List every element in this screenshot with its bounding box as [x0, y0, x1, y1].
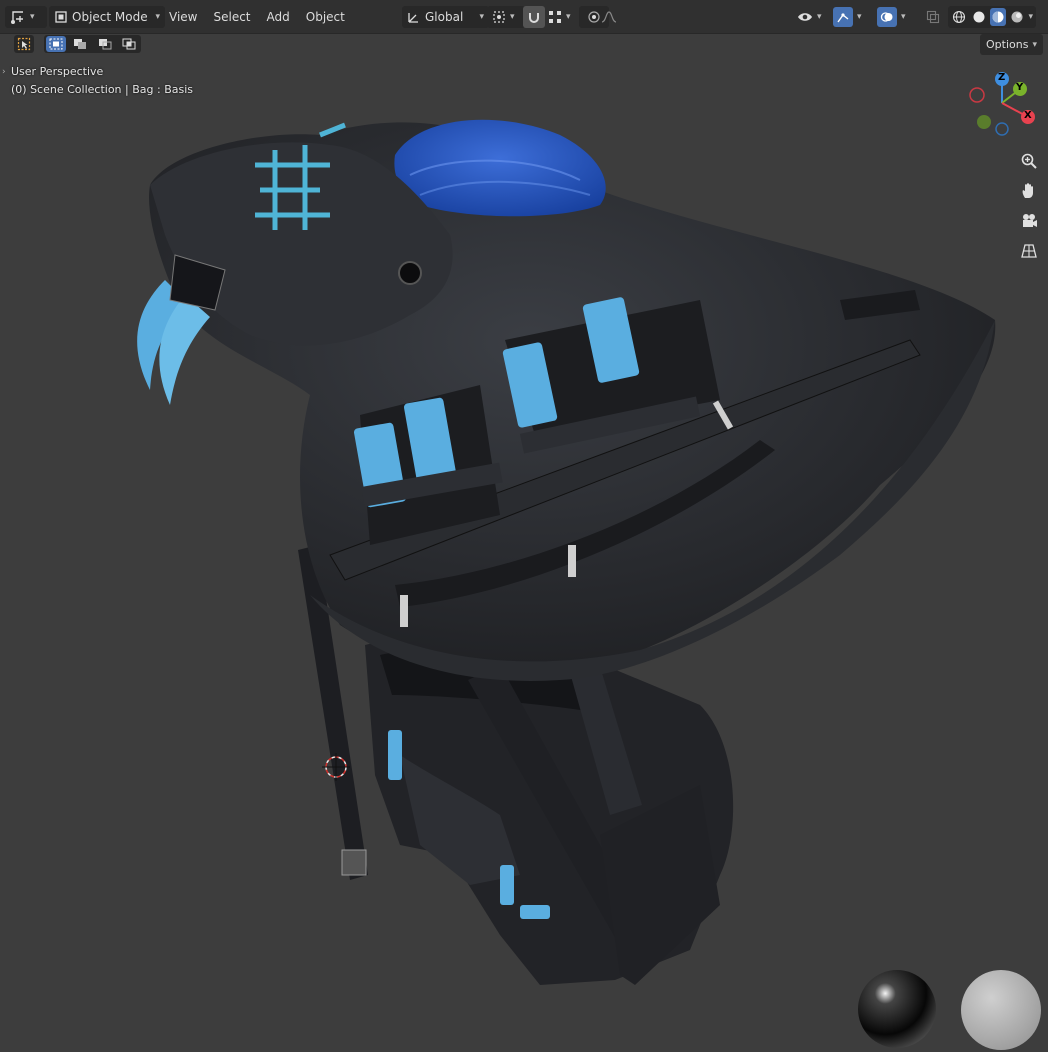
wireframe-icon [953, 10, 966, 24]
zoom-icon [1021, 153, 1037, 169]
select-subtract-button[interactable] [95, 36, 115, 52]
gizmo-z-label: Z [998, 72, 1006, 83]
solid-shading-button[interactable] [970, 8, 986, 26]
glossy-preview-sphere [858, 970, 936, 1048]
perspective-toggle-button[interactable] [1016, 238, 1042, 264]
pan-button[interactable] [1016, 178, 1042, 204]
snap-increment-icon [548, 10, 562, 24]
xray-icon [926, 10, 940, 24]
zoom-button[interactable] [1016, 148, 1042, 174]
menu-object[interactable]: Object [300, 10, 351, 24]
mode-label: Object Mode [72, 10, 148, 24]
grid-perspective-icon [1021, 244, 1037, 258]
gizmo-icon [837, 13, 849, 23]
chevron-down-icon: ▾ [510, 12, 515, 22]
gizmo-x-label: X [1024, 110, 1032, 121]
gizmo-y-label: Y [1016, 82, 1024, 93]
chevron-down-icon: ▾ [1032, 39, 1037, 50]
chevron-down-icon: ▾ [155, 12, 160, 22]
chevron-down-icon: ▾ [1028, 12, 1033, 22]
select-extend-button[interactable] [70, 36, 90, 52]
navigation-gizmo[interactable]: Z Y X [964, 67, 1044, 147]
gizmo-toggle[interactable] [833, 7, 853, 27]
snap-toggle[interactable] [523, 6, 545, 28]
bag-model-render [137, 119, 996, 985]
material-sphere-icon [992, 11, 1004, 23]
camera-icon [1023, 214, 1037, 227]
chevron-down-icon: ▾ [566, 12, 571, 22]
select-box-icon [17, 37, 31, 51]
solid-sphere-icon [973, 11, 985, 23]
chevron-down-icon: ▾ [30, 12, 35, 22]
falloff-curve-icon [601, 10, 617, 24]
transform-orientation-selector[interactable]: Global ▾ [402, 6, 489, 28]
camera-view-button[interactable] [1016, 208, 1042, 234]
menu-view[interactable]: View [163, 10, 203, 24]
snap-target-selector[interactable]: ▾ [548, 6, 576, 28]
matte-preview-sphere [961, 970, 1041, 1050]
select-extend-icon [74, 39, 87, 49]
selection-mode-group [44, 35, 141, 53]
chevron-down-icon: ▾ [901, 12, 906, 22]
overlay-toggle[interactable] [877, 7, 897, 27]
chevron-down-icon: ▾ [479, 12, 484, 22]
visibility-selector[interactable]: ▾ [797, 6, 829, 28]
orientation-label: Global [425, 10, 464, 24]
transform-gizmo-icon [10, 9, 26, 25]
gizmo-toggle-group: ▾ [833, 6, 869, 28]
chevron-down-icon: ▾ [817, 12, 822, 22]
viewport-header: ▾ Object Mode ▾ View Select Add Object G… [0, 0, 1048, 34]
select-intersect-icon [122, 38, 136, 50]
wireframe-shading-button[interactable] [951, 8, 967, 26]
select-new-button[interactable] [46, 36, 67, 52]
hand-icon [1022, 183, 1033, 198]
eye-icon [797, 10, 813, 24]
chevron-down-icon: ▾ [857, 12, 862, 22]
rendered-shading-button[interactable] [1009, 8, 1025, 26]
overlay-icon [880, 12, 893, 22]
menu-add[interactable]: Add [261, 10, 296, 24]
select-tool-button[interactable] [14, 35, 34, 53]
rendered-sphere-icon [1011, 11, 1023, 23]
menu-select[interactable]: Select [207, 10, 256, 24]
select-new-icon [49, 38, 63, 50]
xray-toggle[interactable] [923, 6, 943, 28]
tool-settings-bar: Options ▾ [0, 33, 1048, 55]
shading-modes: ▾ [948, 6, 1036, 28]
global-orientation-icon [407, 10, 421, 24]
select-subtract-icon [98, 39, 112, 50]
editor-type-button[interactable]: ▾ [5, 6, 47, 28]
overlay-toggle-group: ▾ [877, 6, 913, 28]
options-label: Options [986, 38, 1029, 51]
pivot-point-selector[interactable]: ▾ [487, 6, 525, 28]
options-button[interactable]: Options ▾ [980, 34, 1043, 55]
proportional-edit-icon [587, 10, 601, 24]
header-menus: View Select Add Object [163, 6, 351, 28]
mode-selector[interactable]: Object Mode ▾ [49, 6, 165, 28]
object-mode-icon [54, 10, 68, 24]
3d-viewport[interactable]: User Perspective (0) Scene Collection | … [0, 55, 1048, 1052]
magnet-icon [527, 10, 541, 24]
material-preview-button[interactable] [989, 8, 1007, 26]
proportional-falloff-selector[interactable] [601, 6, 631, 28]
pivot-point-icon [492, 10, 506, 24]
select-intersect-button[interactable] [119, 36, 139, 52]
